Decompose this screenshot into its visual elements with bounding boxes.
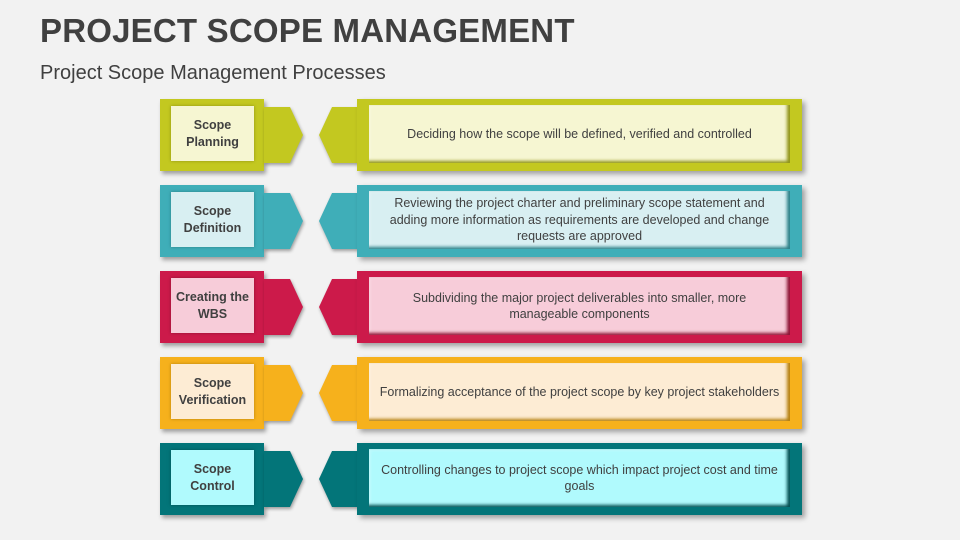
process-name-line-1: Creating the	[176, 289, 249, 304]
process-name-box: Scope Definition	[160, 185, 264, 257]
process-description-text: Subdividing the major project deliverabl…	[412, 290, 747, 322]
process-name-line-2: Planning	[186, 134, 239, 149]
process-description-text: Reviewing the project charter and prelim…	[389, 196, 770, 244]
slide-title: PROJECT SCOPE MANAGEMENT	[40, 12, 575, 49]
process-row-1: Scope Planning Deciding how the scope wi…	[0, 99, 960, 173]
process-name-line-1: Scope	[193, 203, 232, 218]
process-description: Controlling changes to project scope whi…	[369, 449, 790, 507]
arrow-left-connector-icon	[319, 279, 360, 335]
process-description: Formalizing acceptance of the project sc…	[369, 363, 790, 421]
process-name: Creating the WBS	[171, 278, 254, 333]
process-name-line-2: Definition	[183, 220, 242, 235]
process-name: Scope Control	[171, 450, 254, 505]
process-name-box: Scope Planning	[160, 99, 264, 171]
process-name: Scope Verification	[171, 364, 254, 419]
process-row-2: Scope Definition Reviewing the project c…	[0, 185, 960, 259]
slide-subtitle: Project Scope Management Processes	[40, 62, 386, 84]
process-description-text: Deciding how the scope will be defined, …	[407, 126, 752, 141]
process-description-box: Reviewing the project charter and prelim…	[357, 185, 802, 257]
process-name: Scope Planning	[171, 106, 254, 161]
arrow-left-connector-icon	[319, 451, 360, 507]
process-name: Scope Definition	[171, 192, 254, 247]
process-row-4: Scope Verification Formalizing acceptanc…	[0, 357, 960, 431]
arrow-left-connector-icon	[319, 365, 360, 421]
process-name-line-2: Control	[190, 478, 235, 493]
process-description-box: Controlling changes to project scope whi…	[357, 443, 802, 515]
process-name-box: Creating the WBS	[160, 271, 264, 343]
process-description-text: Formalizing acceptance of the project sc…	[379, 384, 780, 399]
process-row-5: Scope Control Controlling changes to pro…	[0, 443, 960, 517]
arrow-left-connector-icon	[319, 107, 360, 163]
arrow-right-connector-icon	[264, 107, 303, 163]
process-description: Subdividing the major project deliverabl…	[369, 277, 790, 335]
process-description-box: Subdividing the major project deliverabl…	[357, 271, 802, 343]
process-name-line-1: Scope	[193, 461, 232, 476]
process-description-box: Formalizing acceptance of the project sc…	[357, 357, 802, 429]
process-name-line-2: Verification	[178, 392, 247, 407]
process-description: Deciding how the scope will be defined, …	[369, 105, 790, 163]
process-description-box: Deciding how the scope will be defined, …	[357, 99, 802, 171]
process-name-line-2: WBS	[197, 306, 228, 321]
process-row-3: Creating the WBS Subdividing the major p…	[0, 271, 960, 345]
arrow-right-connector-icon	[264, 365, 303, 421]
process-name-line-1: Scope	[193, 117, 232, 132]
arrow-right-connector-icon	[264, 279, 303, 335]
process-description-text: Controlling changes to project scope whi…	[381, 462, 778, 494]
process-description: Reviewing the project charter and prelim…	[369, 191, 790, 249]
process-name-box: Scope Verification	[160, 357, 264, 429]
arrow-left-connector-icon	[319, 193, 360, 249]
process-name-box: Scope Control	[160, 443, 264, 515]
process-name-line-1: Scope	[193, 375, 232, 390]
arrow-right-connector-icon	[264, 451, 303, 507]
arrow-right-connector-icon	[264, 193, 303, 249]
